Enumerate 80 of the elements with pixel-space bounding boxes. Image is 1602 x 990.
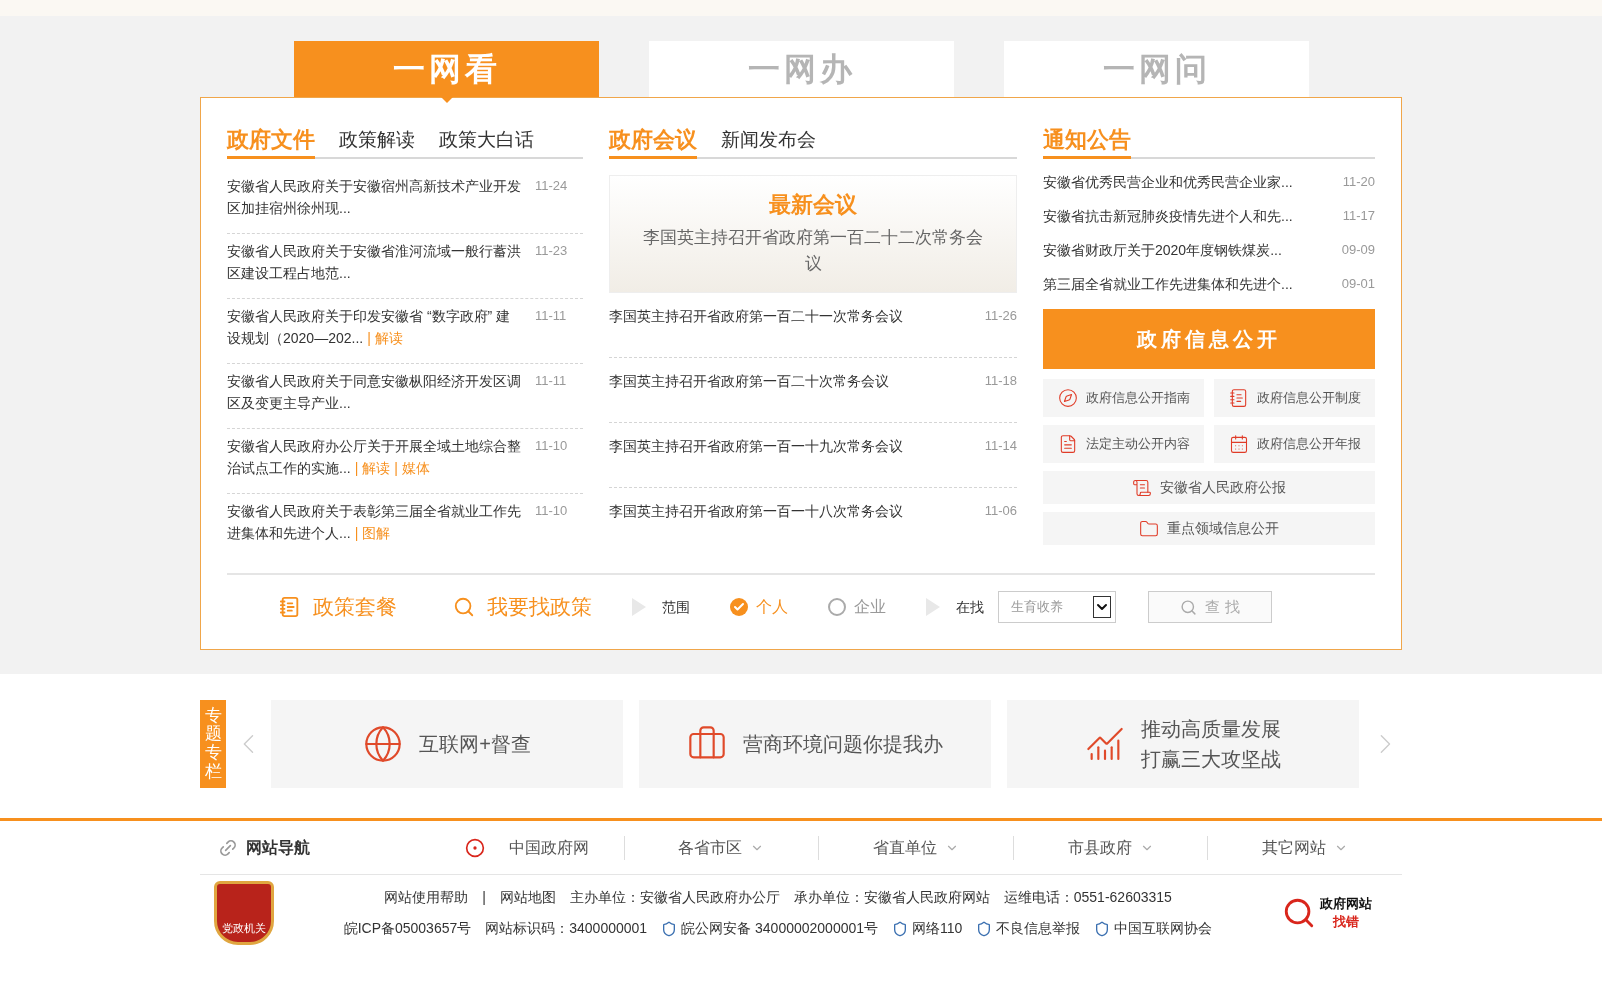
item-date: 09-09 (1341, 241, 1375, 259)
badge-icon (661, 920, 678, 937)
featured-meeting-card[interactable]: 最新会议 李国英主持召开省政府第一百二十二次常务会议 (609, 175, 1017, 293)
meeting-link[interactable]: 李国英主持召开省政府第一百二十次常务会议 (609, 370, 889, 422)
topics-label: 专题专栏 (200, 700, 227, 788)
topic-title: 互联网+督查 (419, 732, 531, 757)
scope-label: 范围 (662, 597, 690, 617)
meeting-link[interactable]: 李国英主持召开省政府第一百二十一次常务会议 (609, 305, 903, 357)
search-icon (1282, 896, 1316, 930)
document-link[interactable]: 安徽省人民政府关于安徽省淮河流域一般行蓄洪区建设工程占地范... (227, 240, 523, 298)
item-date: 11-20 (1342, 173, 1375, 191)
party-badge: 党政机关 (214, 881, 274, 945)
item-date: 09-01 (1341, 275, 1375, 293)
item-date: 11-24 (535, 177, 568, 195)
nav-label: 网站导航 (246, 837, 310, 858)
section-tab[interactable]: 政策解读 (339, 127, 415, 157)
nav-link[interactable]: 市县政府 (1067, 835, 1154, 860)
seek-label: 在找 (956, 597, 984, 617)
document-link[interactable]: 安徽省人民政府关于同意安徽枞阳经济开发区调区及变更主导产业... (227, 370, 523, 428)
topic-title: 营商环境问题你提我办 (743, 732, 944, 757)
nav-link[interactable]: 各省市区 (678, 835, 765, 860)
topic-title: 打赢三大攻坚战 (1141, 747, 1282, 772)
section-tab[interactable]: 新闻发布会 (721, 127, 816, 157)
item-date: 11-10 (535, 502, 568, 520)
item-date: 11-18 (984, 372, 1017, 390)
badge-icon (976, 920, 993, 937)
item-date: 11-23 (535, 242, 568, 260)
info-link[interactable]: 安徽省人民政府公报 (1043, 471, 1375, 504)
topic-card[interactable]: 营商环境问题你提我办 (639, 700, 992, 788)
notice-link[interactable]: 第三届全省就业工作先进集体和先进个... (1043, 273, 1293, 295)
logo-text: 政府网站 (1320, 895, 1372, 913)
section-tab[interactable]: 政策大白话 (439, 127, 534, 157)
info-link[interactable]: 法定主动公开内容 (1043, 425, 1204, 463)
topic-icon (363, 724, 404, 764)
document-link[interactable]: 安徽省人民政府关于印发安徽省 “数字政府” 建设规划（2020—202... | 解读 (227, 305, 523, 363)
footer-link[interactable]: 承办单位：安徽省人民政府网站 (793, 887, 990, 908)
meeting-link[interactable]: 李国英主持召开省政府第一百一十八次常务会议 (609, 500, 903, 553)
footer-link[interactable]: 运维电话：0551-62603315 (1003, 887, 1172, 908)
notice-link[interactable]: 安徽省财政厅关于2020年度钢铁煤炭... (1043, 239, 1282, 261)
footer-link[interactable]: | (482, 887, 486, 908)
footer-link[interactable]: 网络110 (912, 918, 963, 939)
info-link[interactable]: 政府信息公开制度 (1214, 379, 1375, 417)
topic-card[interactable]: 推动高质量发展 打赢三大攻坚战 (1007, 700, 1360, 788)
notice-link[interactable]: 安徽省优秀民营企业和优秀民营企业家... (1043, 171, 1293, 193)
badge-icon (892, 920, 909, 937)
search-icon (1180, 598, 1198, 616)
nav-link[interactable]: 其它网站 (1262, 835, 1349, 860)
info-link[interactable]: 政府信息公开年报 (1214, 425, 1375, 463)
emblem-icon (464, 837, 485, 858)
footer-link[interactable]: 网站使用帮助 (384, 887, 469, 908)
footer-link[interactable]: 皖ICP备05003657号 (343, 918, 472, 939)
footer-link[interactable]: 不良信息举报 (996, 918, 1081, 939)
featured-heading: 最新会议 (769, 190, 857, 219)
footer-link[interactable]: 网站地图 (499, 887, 556, 908)
item-date: 11-11 (535, 372, 567, 390)
info-link[interactable]: 政府信息公开指南 (1043, 379, 1204, 417)
nav-link[interactable]: 省直单位 (873, 835, 959, 860)
featured-title: 李国英主持召开省政府第一百二十二次常务会议 (642, 227, 984, 275)
logo-text: 找错 (1333, 913, 1359, 931)
footer-link[interactable]: 网站标识码：3400000001 (485, 918, 648, 939)
footer-link[interactable]: 主办单位：安徽省人民政府办公厅 (569, 887, 780, 908)
item-date: 11-10 (535, 437, 568, 455)
error-report-logo[interactable]: 政府网站 找错 (1282, 895, 1372, 931)
topic-card[interactable]: 互联网+督查 (271, 700, 624, 788)
document-link[interactable]: 安徽省人民政府关于安徽宿州高新技术产业开发区加挂宿州徐州现... (227, 175, 523, 233)
item-date: 11-26 (984, 307, 1017, 325)
topic-title: 推动高质量发展 (1141, 717, 1282, 742)
meeting-link[interactable]: 李国英主持召开省政府第一百一十九次常务会议 (609, 435, 903, 487)
badge-icon (1094, 920, 1111, 937)
item-date: 11-14 (984, 437, 1017, 455)
item-date: 11-17 (1342, 207, 1375, 225)
item-date: 11-11 (535, 307, 567, 325)
nav-link[interactable]: 中国政府网 (464, 835, 589, 860)
document-link[interactable]: 安徽省人民政府关于表彰第三届全省就业工作先进集体和先进个人... | 图解 (227, 500, 523, 559)
footer-link[interactable]: 皖公网安备 34000002000001号 (681, 918, 879, 939)
search-icon (453, 596, 475, 618)
info-link[interactable]: 重点领域信息公开 (1043, 512, 1375, 545)
item-date: 11-06 (984, 502, 1017, 520)
footer-link[interactable]: 中国互联网协会 (1114, 918, 1213, 939)
notice-link[interactable]: 安徽省抗击新冠肺炎疫情先进个人和先... (1043, 205, 1293, 227)
